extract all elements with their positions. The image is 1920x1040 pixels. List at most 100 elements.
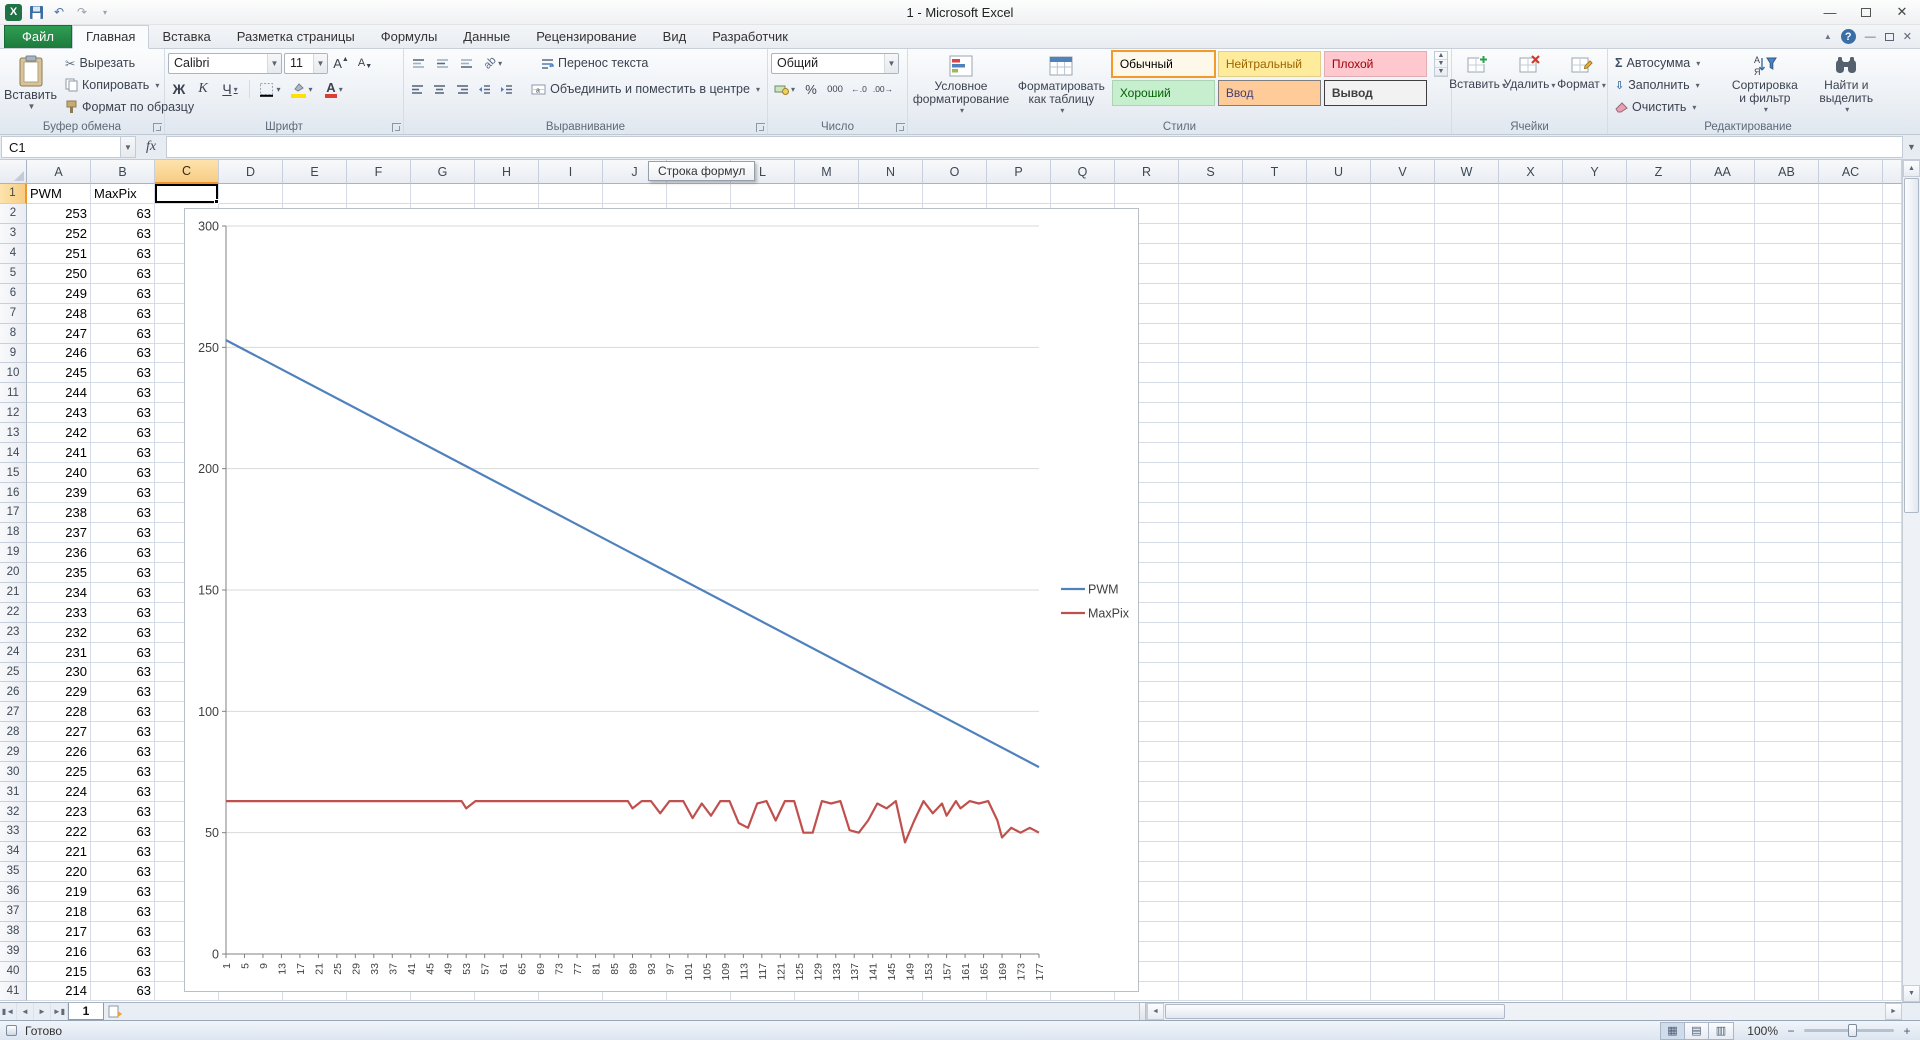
cell-S23[interactable] — [1179, 623, 1243, 643]
cell-Y11[interactable] — [1563, 383, 1627, 403]
column-header-T[interactable]: T — [1243, 160, 1307, 184]
cell-W23[interactable] — [1435, 623, 1499, 643]
column-header-AC[interactable]: AC — [1819, 160, 1883, 184]
first-sheet-icon[interactable]: ▮◄ — [0, 1003, 17, 1020]
cell-U1[interactable] — [1307, 184, 1371, 204]
cell-AA25[interactable] — [1691, 663, 1755, 683]
cell-AA41[interactable] — [1691, 982, 1755, 1002]
cell-W6[interactable] — [1435, 284, 1499, 304]
format-as-table-button[interactable]: Форматировать как таблицу▾ — [1015, 51, 1108, 117]
cell-P1[interactable] — [987, 184, 1051, 204]
cell-W4[interactable] — [1435, 244, 1499, 264]
cell-AB22[interactable] — [1755, 603, 1819, 623]
cell-T34[interactable] — [1243, 842, 1307, 862]
cell-AC5[interactable] — [1819, 264, 1883, 284]
cell-Z12[interactable] — [1627, 403, 1691, 423]
cell-style-bad[interactable]: Плохой — [1324, 51, 1427, 77]
cell-AB41[interactable] — [1755, 982, 1819, 1002]
cell-M1[interactable] — [795, 184, 859, 204]
cell-W24[interactable] — [1435, 643, 1499, 663]
column-header-B[interactable]: B — [91, 160, 155, 184]
cell-AB31[interactable] — [1755, 782, 1819, 802]
page-layout-view-button[interactable]: ▤ — [1685, 1023, 1709, 1039]
row-header-8[interactable]: 8 — [0, 324, 27, 344]
row-header-31[interactable]: 31 — [0, 782, 27, 802]
cell-Y3[interactable] — [1563, 224, 1627, 244]
cell-H1[interactable] — [475, 184, 539, 204]
cell-Z35[interactable] — [1627, 862, 1691, 882]
cell-S35[interactable] — [1179, 862, 1243, 882]
cell-V20[interactable] — [1371, 563, 1435, 583]
cell-T1[interactable] — [1243, 184, 1307, 204]
cell-U12[interactable] — [1307, 403, 1371, 423]
cell-AA34[interactable] — [1691, 842, 1755, 862]
cell-S10[interactable] — [1179, 363, 1243, 383]
row-header-1[interactable]: 1 — [0, 184, 27, 204]
cell-W8[interactable] — [1435, 324, 1499, 344]
cell-V32[interactable] — [1371, 802, 1435, 822]
cell-X37[interactable] — [1499, 902, 1563, 922]
cell-AB30[interactable] — [1755, 762, 1819, 782]
cell-style-normal[interactable]: Обычный — [1112, 51, 1215, 77]
cell-AB8[interactable] — [1755, 324, 1819, 344]
cell-Z8[interactable] — [1627, 324, 1691, 344]
fill-color-button[interactable]: ▾ — [287, 78, 317, 100]
find-select-button[interactable]: Найти и выделить▾ — [1808, 51, 1885, 119]
conditional-formatting-button[interactable]: Условное форматирование▾ — [911, 51, 1011, 117]
cell-W30[interactable] — [1435, 762, 1499, 782]
row-header-38[interactable]: 38 — [0, 922, 27, 942]
cell-Y9[interactable] — [1563, 344, 1627, 364]
cell-Z41[interactable] — [1627, 982, 1691, 1002]
column-header-P[interactable]: P — [987, 160, 1051, 184]
page-break-view-button[interactable]: ▥ — [1709, 1023, 1733, 1039]
cell-T38[interactable] — [1243, 922, 1307, 942]
cell-S29[interactable] — [1179, 742, 1243, 762]
cell-B24[interactable]: 63 — [91, 643, 155, 663]
cell-Y27[interactable] — [1563, 702, 1627, 722]
cell-B10[interactable]: 63 — [91, 363, 155, 383]
cell-S6[interactable] — [1179, 284, 1243, 304]
cell-V17[interactable] — [1371, 503, 1435, 523]
cell-B31[interactable]: 63 — [91, 782, 155, 802]
vertical-scrollbar[interactable]: ▲ ▼ — [1902, 160, 1920, 1002]
cell-Z30[interactable] — [1627, 762, 1691, 782]
cell-A23[interactable]: 232 — [27, 623, 91, 643]
cell-AB28[interactable] — [1755, 722, 1819, 742]
cell-T19[interactable] — [1243, 543, 1307, 563]
expand-formula-bar-icon[interactable]: ▼ — [1903, 135, 1920, 159]
cell-B26[interactable]: 63 — [91, 682, 155, 702]
cell-Y32[interactable] — [1563, 802, 1627, 822]
cell-U27[interactable] — [1307, 702, 1371, 722]
cell-X13[interactable] — [1499, 423, 1563, 443]
cell-V4[interactable] — [1371, 244, 1435, 264]
cell-Z23[interactable] — [1627, 623, 1691, 643]
cell-W9[interactable] — [1435, 344, 1499, 364]
cell-X12[interactable] — [1499, 403, 1563, 423]
cell-V1[interactable] — [1371, 184, 1435, 204]
cell-Z15[interactable] — [1627, 463, 1691, 483]
cell-T2[interactable] — [1243, 204, 1307, 224]
cell-W25[interactable] — [1435, 663, 1499, 683]
cell-W22[interactable] — [1435, 603, 1499, 623]
borders-button[interactable]: ▾ — [255, 78, 285, 100]
cell-K1[interactable] — [667, 184, 731, 204]
cell-AB16[interactable] — [1755, 483, 1819, 503]
cell-V40[interactable] — [1371, 962, 1435, 982]
cell-AA27[interactable] — [1691, 702, 1755, 722]
cell-Y2[interactable] — [1563, 204, 1627, 224]
cell-AA13[interactable] — [1691, 423, 1755, 443]
column-header-C[interactable]: C — [155, 160, 219, 184]
cell-X7[interactable] — [1499, 304, 1563, 324]
decrease-decimal-button[interactable]: .00→ — [872, 78, 894, 100]
cell-AA31[interactable] — [1691, 782, 1755, 802]
cell-A13[interactable]: 242 — [27, 423, 91, 443]
cell-Z16[interactable] — [1627, 483, 1691, 503]
cell-AA6[interactable] — [1691, 284, 1755, 304]
cell-S15[interactable] — [1179, 463, 1243, 483]
cell-S19[interactable] — [1179, 543, 1243, 563]
percent-style-button[interactable]: % — [800, 78, 822, 100]
cell-B7[interactable]: 63 — [91, 304, 155, 324]
row-header-26[interactable]: 26 — [0, 682, 27, 702]
cell-U10[interactable] — [1307, 363, 1371, 383]
cell-AC35[interactable] — [1819, 862, 1883, 882]
